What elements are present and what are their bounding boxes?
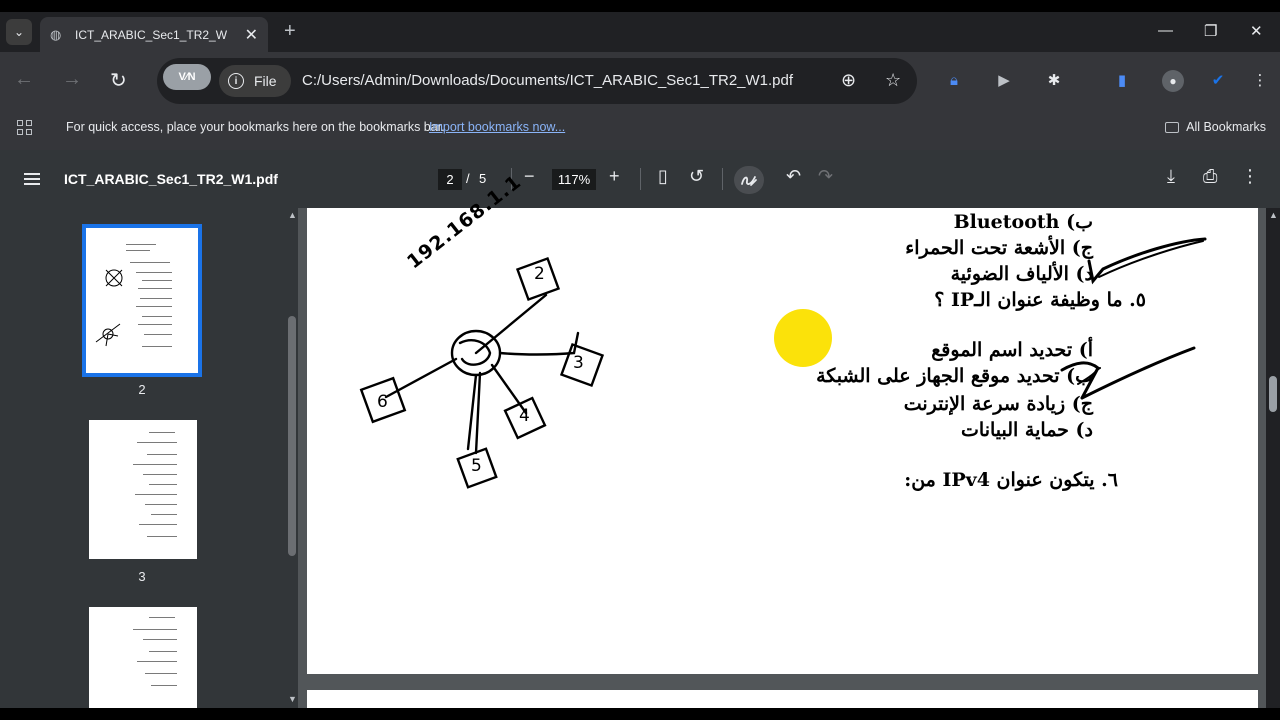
sidebar-scrollbar[interactable]: ▲ ▼ <box>286 208 298 708</box>
tab-title: ICT_ARABIC_Sec1_TR2_W1.p <box>75 27 227 42</box>
thumbnail-page-2[interactable] <box>82 224 202 377</box>
print-icon[interactable]: ⎙ <box>1203 166 1217 187</box>
vpn-button[interactable]: V∕N <box>163 64 211 90</box>
node-label: 4 <box>519 406 530 426</box>
profile-avatar-icon[interactable]: ● <box>1162 70 1184 92</box>
info-icon: i <box>228 73 244 89</box>
browser-window: ⌄ ◍ ICT_ARABIC_Sec1_TR2_W1.p ✕ + — ❐ ✕ ←… <box>0 0 1280 720</box>
chevron-down-icon: ⌄ <box>13 25 25 39</box>
thumbnail-label: 2 <box>138 382 146 397</box>
scroll-up-icon[interactable]: ▲ <box>1269 210 1278 220</box>
reload-icon[interactable]: ↻ <box>110 68 127 93</box>
star-icon[interactable]: ☆ <box>885 70 901 91</box>
highlight-dot <box>774 309 832 367</box>
thumbnail-label: 3 <box>138 569 146 584</box>
bottom-edge <box>0 708 1280 720</box>
zoom-in-icon[interactable]: + <box>609 166 620 187</box>
bookmarks-bar: For quick access, place your bookmarks h… <box>0 108 1280 150</box>
thumbnail-page-3[interactable] <box>89 420 197 559</box>
menu-icon[interactable] <box>24 173 40 185</box>
scrollbar-thumb[interactable] <box>288 316 296 556</box>
page-total: 5 <box>479 171 487 186</box>
node-label: 5 <box>471 456 482 476</box>
doodle-icon <box>95 323 121 347</box>
shield-icon[interactable]: ✔ <box>1208 70 1228 90</box>
back-icon[interactable]: ← <box>14 68 34 91</box>
more-menu-icon[interactable]: ⋮ <box>1250 70 1270 90</box>
zoom-out-icon[interactable]: − <box>524 166 535 187</box>
fit-page-icon[interactable]: ▯ <box>658 166 668 187</box>
option-line: د) الألياف الضوئية <box>950 263 1093 285</box>
browser-toolbar: ← → ↻ V∕N i File C:/Users/Admin/Download… <box>0 52 1280 108</box>
all-bookmarks-button[interactable]: All Bookmarks <box>1165 120 1266 134</box>
site-chip-label: File <box>254 73 277 89</box>
import-bookmarks-link[interactable]: Import bookmarks now... <box>429 120 565 134</box>
page-number-input[interactable]: 2 <box>438 169 462 190</box>
pdf-page-2: ب) Bluetooth ج) الأشعة تحت الحمراء د) ال… <box>307 171 1258 674</box>
node-label: 2 <box>534 264 545 284</box>
tab-strip: ⌄ ◍ ICT_ARABIC_Sec1_TR2_W1.p ✕ + — ❐ ✕ <box>0 12 1280 52</box>
video-extension-icon[interactable]: ▶ <box>994 70 1014 90</box>
page-separator: / <box>466 171 470 186</box>
option-line: د) حماية البيانات <box>961 419 1093 441</box>
scroll-down-icon[interactable]: ▼ <box>288 694 297 704</box>
node-label: 6 <box>377 392 388 412</box>
site-info-chip[interactable]: i File <box>219 65 291 97</box>
close-window-icon[interactable]: ✕ <box>1250 22 1263 40</box>
checkmark-annotation <box>1087 237 1207 285</box>
node-label: 3 <box>573 353 584 373</box>
new-tab-button[interactable]: + <box>284 20 296 43</box>
document-scrollbar[interactable]: ▲ <box>1266 208 1280 708</box>
scrollbar-thumb[interactable] <box>1269 376 1277 412</box>
option-line: ج) الأشعة تحت الحمراء <box>905 237 1093 259</box>
forward-icon[interactable]: → <box>62 68 82 91</box>
globe-icon: ◍ <box>50 26 62 42</box>
sidepanel-icon[interactable]: ▮ <box>1112 70 1132 90</box>
zoom-icon[interactable]: ⊕ <box>841 70 856 91</box>
undo-icon[interactable]: ↶ <box>786 166 801 187</box>
thumbnail-page-4[interactable] <box>89 607 197 717</box>
restore-icon[interactable]: ❐ <box>1204 22 1217 40</box>
annotate-pen-button[interactable] <box>734 166 764 194</box>
download-icon[interactable]: ⤓ <box>1167 166 1175 187</box>
question-line: ٦. يتكون عنوان IPv4 من: <box>904 469 1118 491</box>
rotate-icon[interactable]: ↺ <box>689 166 704 187</box>
scroll-up-icon[interactable]: ▲ <box>288 210 297 220</box>
thumbnail-sidebar: 2 3 4 <box>0 208 286 717</box>
url-text[interactable]: C:/Users/Admin/Downloads/Documents/ICT_A… <box>302 72 793 89</box>
divider <box>722 168 723 190</box>
zoom-input[interactable]: 117% <box>552 169 596 190</box>
puzzle-icon[interactable]: ✱ <box>1044 70 1064 90</box>
address-bar[interactable]: V∕N i File C:/Users/Admin/Downloads/Docu… <box>157 58 917 104</box>
tab-search-button[interactable]: ⌄ <box>6 19 32 45</box>
minimize-icon[interactable]: — <box>1158 22 1173 39</box>
pen-icon <box>741 176 757 186</box>
apps-grid-icon[interactable] <box>17 120 32 135</box>
divider <box>640 168 641 190</box>
folder-icon <box>1165 121 1180 133</box>
all-bookmarks-label: All Bookmarks <box>1186 120 1266 134</box>
more-options-icon[interactable]: ⋮ <box>1241 166 1259 187</box>
pdf-title: ICT_ARABIC_Sec1_TR2_W1.pdf <box>64 171 278 187</box>
pdf-toolbar: ICT_ARABIC_Sec1_TR2_W1.pdf 2 / 5 − 117% … <box>0 150 1280 208</box>
option-line: ب) Bluetooth <box>953 211 1093 233</box>
pdf-viewport: ب) Bluetooth ج) الأشعة تحت الحمراء د) ال… <box>298 171 1266 720</box>
close-icon[interactable]: ✕ <box>245 25 258 45</box>
checkmark-annotation <box>1060 346 1196 400</box>
doodle-icon <box>105 269 123 287</box>
bookmarks-prompt: For quick access, place your bookmarks h… <box>66 120 445 134</box>
redo-icon[interactable]: ↷ <box>818 166 833 187</box>
tab-active[interactable]: ◍ ICT_ARABIC_Sec1_TR2_W1.p ✕ <box>40 17 268 52</box>
lock-extension-icon[interactable]: 🔒︎ <box>944 70 964 90</box>
